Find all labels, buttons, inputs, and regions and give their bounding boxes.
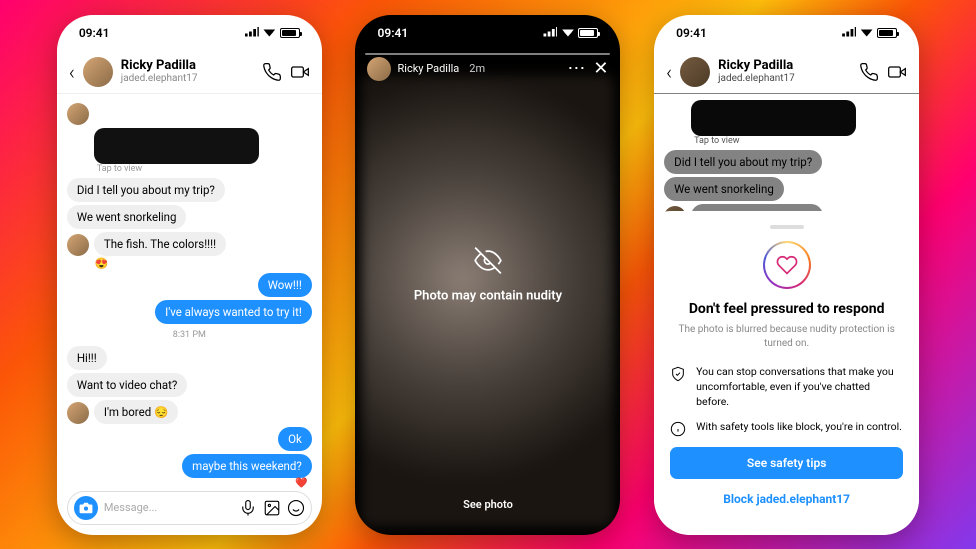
sticker-icon[interactable] (287, 499, 305, 517)
message-bubble[interactable]: We went snorkeling (67, 205, 187, 229)
more-icon[interactable]: ⋯ (567, 58, 585, 79)
status-indicators (543, 26, 598, 40)
story-time: 2m (469, 62, 485, 75)
avatar (67, 103, 89, 125)
message-input[interactable]: Message... (104, 501, 233, 514)
emoji-reaction: 😍 (95, 257, 312, 270)
video-call-icon[interactable] (290, 62, 310, 82)
shield-check-icon (670, 366, 686, 382)
sheet-title: Don't feel pressured to respond (670, 301, 903, 317)
wifi-icon (561, 26, 574, 40)
signal-icon (543, 26, 557, 40)
battery-icon (280, 28, 300, 38)
image-icon[interactable] (263, 499, 281, 517)
tap-to-view-label: Tap to view (97, 164, 312, 174)
message-bubble[interactable]: Ok (278, 427, 312, 451)
avatar (67, 402, 89, 424)
user-info[interactable]: Ricky Padilla jaded.elephant17 (121, 58, 254, 86)
phone-safety-sheet: 09:41 ‹ Ricky Padillajaded.elephant17 Ta… (654, 15, 919, 535)
info-icon (670, 421, 686, 437)
timestamp: 8:31 PM (67, 330, 312, 340)
sheet-item: You can stop conversations that make you… (670, 365, 903, 409)
see-photo-button[interactable]: See photo (463, 498, 513, 511)
message-bubble[interactable]: The fish. The colors!!!! (94, 232, 226, 256)
message-bubble[interactable]: Hi!!! (67, 346, 107, 370)
phone-dm-chat: 09:41 ‹ Ricky Padilla jaded.elephant17 T… (57, 15, 322, 535)
back-icon[interactable]: ‹ (69, 60, 75, 84)
message-bubble[interactable]: I'm bored 😔 (94, 400, 179, 424)
signal-icon (245, 26, 259, 40)
battery-icon (578, 28, 598, 38)
status-time: 09:41 (377, 26, 408, 40)
message-bubble[interactable]: Want to video chat? (67, 373, 187, 397)
avatar (367, 57, 391, 81)
message-input-bar: Message... (67, 491, 312, 525)
status-bar: 09:41 (57, 15, 322, 51)
heart-reaction: ❤️ (67, 478, 308, 488)
nudity-warning-text: Photo may contain nudity (355, 288, 620, 303)
story-progress (365, 53, 610, 55)
user-name: Ricky Padilla (121, 58, 254, 74)
user-handle: jaded.elephant17 (121, 73, 254, 85)
see-safety-tips-button[interactable]: See safety tips (670, 447, 903, 479)
heart-circle-icon (763, 241, 811, 289)
message-bubble[interactable]: Wow!!! (258, 273, 312, 297)
camera-button[interactable] (74, 496, 98, 520)
status-indicators (245, 26, 300, 40)
status-time: 09:41 (79, 26, 110, 40)
sheet-subtitle: The photo is blurred because nudity prot… (670, 323, 903, 351)
mic-icon[interactable] (239, 499, 257, 517)
status-bar: 09:41 (355, 15, 620, 51)
story-header: Ricky Padilla 2m ⋯ ✕ (355, 57, 620, 81)
message-bubble[interactable]: maybe this weekend? (182, 454, 312, 478)
eye-off-icon (474, 246, 502, 274)
nudity-warning: Photo may contain nudity (355, 246, 620, 303)
chat-header: ‹ Ricky Padilla jaded.elephant17 (57, 51, 322, 94)
wifi-icon (263, 26, 276, 40)
story-user-name: Ricky Padilla (397, 62, 459, 75)
phone-nudity-warning: 09:41 Ricky Padilla 2m ⋯ ✕ Photo may con… (355, 15, 620, 535)
avatar (67, 234, 89, 256)
sheet-item-text: With safety tools like block, you're in … (696, 420, 902, 435)
sheet-item: With safety tools like block, you're in … (670, 420, 903, 437)
safety-sheet: Don't feel pressured to respond The phot… (654, 211, 919, 534)
phone-call-icon[interactable] (262, 62, 282, 82)
message-bubble[interactable]: Did I tell you about my trip? (67, 178, 225, 202)
sheet-handle-icon[interactable] (770, 225, 804, 229)
blurred-image[interactable] (94, 128, 259, 164)
dimmed-background: 09:41 ‹ Ricky Padillajaded.elephant17 Ta… (654, 15, 919, 215)
message-bubble[interactable]: I've always wanted to try it! (155, 300, 312, 324)
avatar[interactable] (83, 57, 113, 87)
sheet-item-text: You can stop conversations that make you… (696, 365, 903, 409)
story-user[interactable]: Ricky Padilla 2m (367, 57, 559, 81)
close-icon[interactable]: ✕ (593, 58, 608, 79)
block-user-button[interactable]: Block jaded.elephant17 (670, 483, 903, 515)
chat-body[interactable]: Tap to view Did I tell you about my trip… (57, 94, 322, 488)
